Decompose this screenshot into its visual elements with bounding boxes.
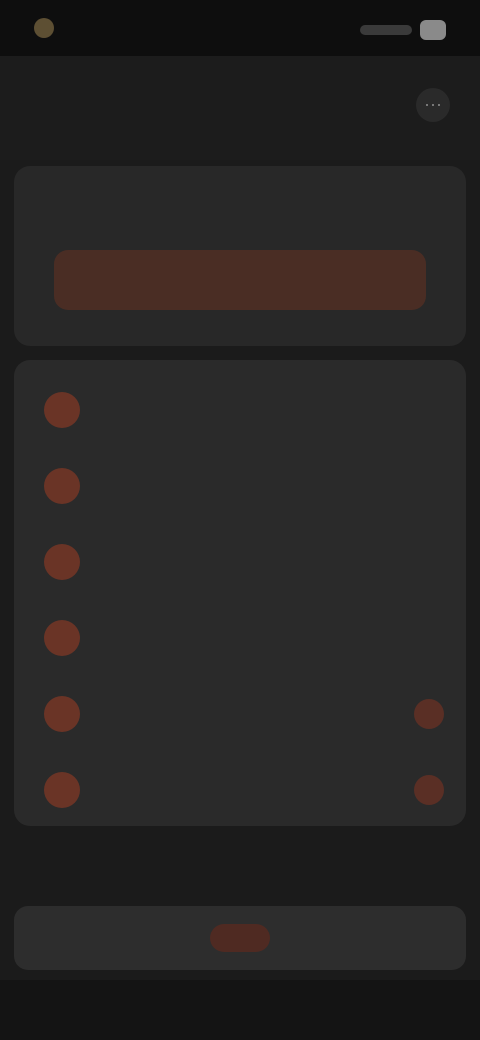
app-screen: ⋯ [0,0,480,1040]
hero-cta-button[interactable] [54,250,426,310]
hero-card [14,166,466,346]
list-item[interactable] [14,524,466,600]
item-icon [44,468,80,504]
signal-icon [360,25,412,35]
item-icon [44,696,80,732]
status-left [34,14,124,42]
status-bar [0,0,480,56]
bottom-safe-area [0,980,480,1040]
item-icon [44,392,80,428]
item-icon [44,544,80,580]
status-badge [414,699,444,729]
status-badge [414,775,444,805]
battery-icon [420,20,446,40]
status-time [64,23,120,33]
footer-bar [14,906,466,970]
menu-list [14,360,466,826]
list-item[interactable] [14,448,466,524]
status-right [360,18,446,42]
more-icon[interactable]: ⋯ [416,88,450,122]
status-app-icon [34,18,54,38]
list-item[interactable] [14,372,466,448]
item-icon [44,772,80,808]
list-item[interactable] [14,676,466,752]
footer-button[interactable] [210,924,270,952]
list-item[interactable] [14,752,466,828]
list-item[interactable] [14,600,466,676]
header: ⋯ [0,56,480,160]
item-icon [44,620,80,656]
